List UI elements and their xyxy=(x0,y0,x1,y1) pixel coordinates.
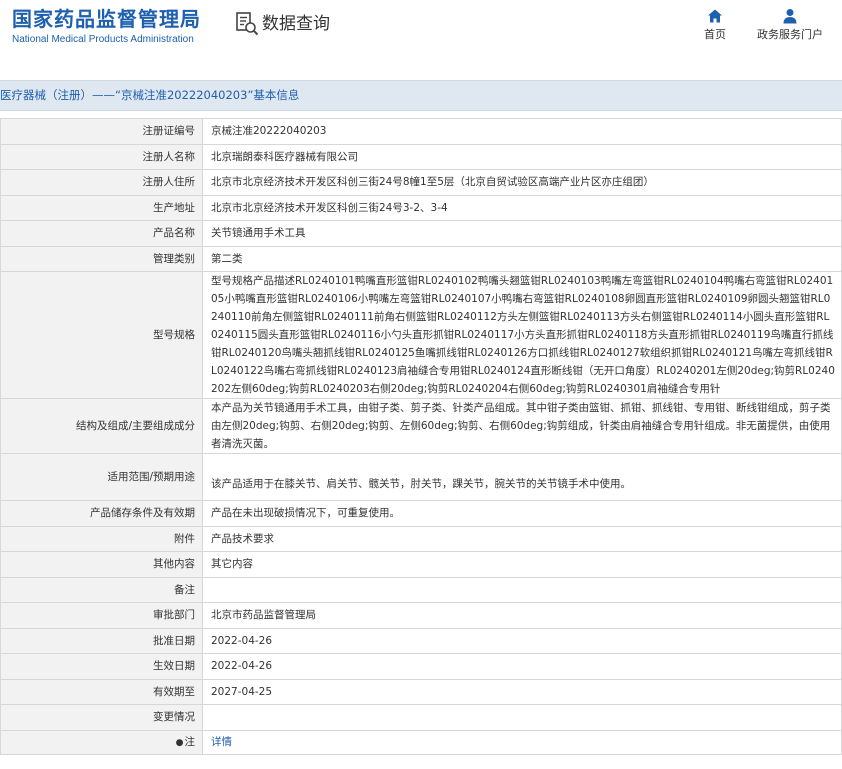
table-row: 产品名称 关节镜通用手术工具 xyxy=(0,220,842,247)
pin-icon: ● xyxy=(175,737,184,748)
table-row: 结构及组成/主要组成成分 本产品为关节镜通用手术工具，由钳子类、剪子类、针类产品… xyxy=(0,398,842,454)
field-value: 关节镜通用手术工具 xyxy=(202,220,842,247)
field-label: 生效日期 xyxy=(0,653,203,680)
field-label: 产品名称 xyxy=(0,220,203,247)
user-icon xyxy=(783,9,797,24)
field-label: 其他内容 xyxy=(0,551,203,578)
table-row: 生产地址 北京市北京经济技术开发区科创三街24号3-2、3-4 xyxy=(0,194,842,221)
table-row: 审批部门 北京市药品监督管理局 xyxy=(0,602,842,629)
field-label: 生产地址 xyxy=(0,194,203,221)
table-row: 批准日期 2022-04-26 xyxy=(0,627,842,654)
note-value-cell: 详情 xyxy=(202,729,842,755)
field-value: 北京市北京经济技术开发区科创三街24号8幢1至5层（北京自贸试验区高端产业片区亦… xyxy=(202,169,842,196)
field-value: 第二类 xyxy=(202,245,842,272)
field-value: 其它内容 xyxy=(202,551,842,578)
nav-service-portal[interactable]: 政务服务门户 xyxy=(756,8,824,41)
table-row: 变更情况 xyxy=(0,704,842,731)
field-label: 变更情况 xyxy=(0,704,203,731)
field-value: 北京瑞朗泰科医疗器械有限公司 xyxy=(202,143,842,170)
table-row: 注册人名称 北京瑞朗泰科医疗器械有限公司 xyxy=(0,143,842,170)
field-value: 产品技术要求 xyxy=(202,525,842,552)
home-icon xyxy=(708,9,722,23)
registration-detail-table: 注册证编号 京械注准20222040203 注册人名称 北京瑞朗泰科医疗器械有限… xyxy=(0,118,842,755)
field-value: 产品在未出现破损情况下，可重复使用。 xyxy=(202,500,842,527)
field-value: 北京市药品监督管理局 xyxy=(202,602,842,629)
field-label: 结构及组成/主要组成成分 xyxy=(0,398,203,454)
field-label: 管理类别 xyxy=(0,245,203,272)
field-value xyxy=(202,704,842,731)
field-value: 2022-04-26 xyxy=(202,627,842,654)
field-label: 注册人住所 xyxy=(0,169,203,196)
table-row: 其他内容 其它内容 xyxy=(0,551,842,578)
field-label: 有效期至 xyxy=(0,678,203,705)
table-row: 备注 xyxy=(0,576,842,603)
table-row: 适用范围/预期用途 该产品适用于在膝关节、肩关节、髋关节，肘关节，踝关节，腕关节… xyxy=(0,453,842,501)
top-nav: 首页 政务服务门户 xyxy=(0,8,842,48)
table-row: 注册人住所 北京市北京经济技术开发区科创三街24号8幢1至5层（北京自贸试验区高… xyxy=(0,169,842,196)
details-link[interactable]: 详情 xyxy=(211,736,232,748)
field-label: 审批部门 xyxy=(0,602,203,629)
field-value: 2022-04-26 xyxy=(202,653,842,680)
field-label: 产品储存条件及有效期 xyxy=(0,500,203,527)
field-value: 京械注准20222040203 xyxy=(202,118,842,145)
table-row: 产品储存条件及有效期 产品在未出现破损情况下，可重复使用。 xyxy=(0,500,842,527)
nav-service-label: 政务服务门户 xyxy=(757,28,823,41)
table-row: 生效日期 2022-04-26 xyxy=(0,653,842,680)
field-value: 2027-04-25 xyxy=(202,678,842,705)
note-label: 注 xyxy=(184,735,196,748)
field-value: 北京市北京经济技术开发区科创三街24号3-2、3-4 xyxy=(202,194,842,221)
field-value xyxy=(202,576,842,603)
field-label: 批准日期 xyxy=(0,627,203,654)
field-label: 型号规格 xyxy=(0,271,203,399)
breadcrumb: 医疗器械（注册）——“京械注准20222040203”基本信息 xyxy=(0,80,842,111)
table-row: 型号规格 型号规格产品描述RL0240101鸭嘴直形篮钳RL0240102鸭嘴头… xyxy=(0,271,842,399)
field-label: 适用范围/预期用途 xyxy=(0,453,203,501)
table-row: 管理类别 第二类 xyxy=(0,245,842,272)
note-label-cell: ●注 xyxy=(0,729,203,755)
nav-home[interactable]: 首页 xyxy=(698,8,732,41)
field-value: 本产品为关节镜通用手术工具，由钳子类、剪子类、针类产品组成。其中钳子类由篮钳、抓… xyxy=(202,398,842,454)
nav-home-label: 首页 xyxy=(704,28,726,41)
field-label: 附件 xyxy=(0,525,203,552)
field-label: 注册人名称 xyxy=(0,143,203,170)
field-value: 该产品适用于在膝关节、肩关节、髋关节，肘关节，踝关节，腕关节的关节镜手术中使用。 xyxy=(202,453,842,501)
page-header: 国家药品监督管理局 National Medical Products Admi… xyxy=(0,0,842,80)
field-value: 型号规格产品描述RL0240101鸭嘴直形篮钳RL0240102鸭嘴头翘篮钳RL… xyxy=(202,271,842,399)
field-label: 备注 xyxy=(0,576,203,603)
table-row: 注册证编号 京械注准20222040203 xyxy=(0,118,842,145)
field-label: 注册证编号 xyxy=(0,118,203,145)
table-row: 有效期至 2027-04-25 xyxy=(0,678,842,705)
table-row: 附件 产品技术要求 xyxy=(0,525,842,552)
table-row: ●注 详情 xyxy=(0,729,842,755)
